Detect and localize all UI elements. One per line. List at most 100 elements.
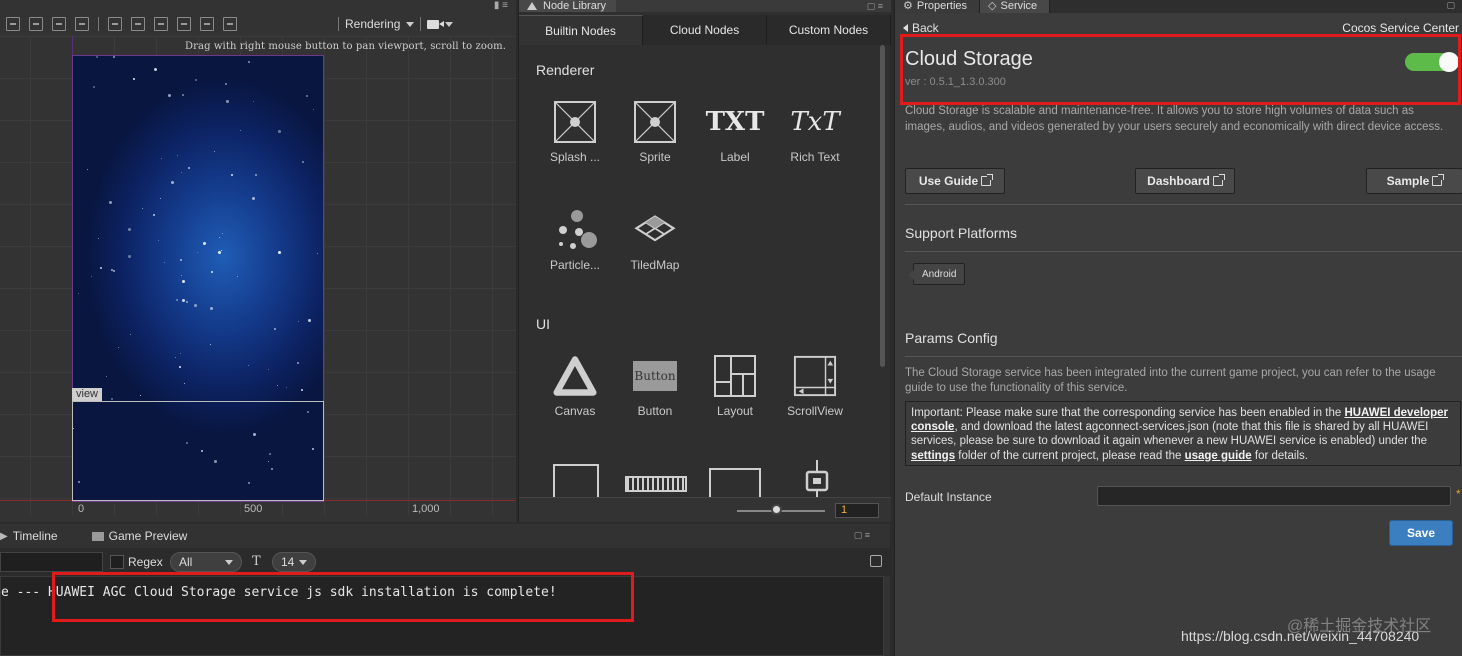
- node-canvas[interactable]: Canvas: [535, 354, 615, 418]
- node-label: Rich Text: [790, 150, 840, 164]
- node-sprite[interactable]: Sprite: [615, 100, 695, 164]
- star-dot: [252, 197, 255, 200]
- scene-panel[interactable]: 0 500 1,000 view Rendering Drag with rig…: [0, 0, 516, 522]
- node-library-scrollbar[interactable]: [880, 45, 885, 367]
- star-dot: [214, 151, 215, 152]
- node-splash[interactable]: Splash ...: [535, 100, 615, 164]
- node-rich-text[interactable]: TxT Rich Text: [775, 100, 855, 164]
- console-filter-bar: Regex All T 14: [0, 552, 890, 572]
- star-dot: [181, 172, 182, 173]
- view-rect[interactable]: [72, 401, 324, 501]
- distribute-h-icon[interactable]: [154, 17, 168, 31]
- save-button[interactable]: Save: [1389, 520, 1453, 546]
- use-guide-button[interactable]: Use Guide: [905, 168, 1005, 194]
- align-left-icon[interactable]: [75, 17, 89, 31]
- default-instance-input[interactable]: [1097, 486, 1451, 506]
- panel-controls-icon[interactable]: ▢ ≡: [867, 1, 891, 12]
- star-dot: [133, 78, 135, 80]
- layout-icon: [713, 354, 757, 398]
- star-dot: [142, 208, 143, 209]
- star-dot: [286, 387, 287, 388]
- node-label: ScrollView: [787, 404, 843, 418]
- star-dot: [153, 214, 155, 216]
- star-dot: [268, 369, 269, 370]
- service-description: Cloud Storage is scalable and maintenanc…: [905, 105, 1444, 133]
- align-bottom-icon[interactable]: [52, 17, 66, 31]
- usage-guide-link[interactable]: usage guide: [1185, 450, 1252, 462]
- node-label: TiledMap: [630, 258, 680, 272]
- console-search-input[interactable]: [0, 552, 103, 572]
- regex-label: Regex: [128, 555, 163, 569]
- toolbar-separator: [98, 17, 99, 31]
- node-particle[interactable]: Particle...: [535, 208, 615, 272]
- node-library-tab[interactable]: Node Library: [519, 0, 616, 12]
- back-button[interactable]: Back: [903, 21, 939, 35]
- panel-menu-icon[interactable]: ▮ ≡: [494, 0, 508, 11]
- node-label-item[interactable]: TXT Label: [695, 100, 775, 164]
- align-top-icon[interactable]: [6, 17, 20, 31]
- external-link-icon: [981, 174, 994, 186]
- distribute-space-icon[interactable]: [223, 17, 237, 31]
- toolbar-separator: [338, 17, 339, 31]
- star-dot: [181, 275, 182, 276]
- tiledmap-icon: [633, 208, 677, 252]
- canvas-icon: [553, 354, 597, 398]
- tab-timeline[interactable]: ▶ Timeline: [0, 529, 58, 543]
- star-dot: [248, 365, 249, 366]
- tab-cloud-nodes[interactable]: Cloud Nodes: [643, 15, 767, 45]
- film-icon: [91, 531, 104, 541]
- star-dot: [210, 344, 211, 345]
- ui-section-title: UI: [536, 316, 550, 332]
- node-button[interactable]: Button Button: [615, 354, 695, 418]
- service-icon: ◇: [988, 0, 997, 12]
- dashboard-button[interactable]: Dashboard: [1135, 168, 1235, 194]
- sample-button[interactable]: Sample: [1366, 168, 1462, 194]
- tab-service[interactable]: ◇ Service: [980, 0, 1051, 13]
- camera-icon[interactable]: [427, 19, 445, 29]
- editbox-icon[interactable]: [709, 468, 761, 497]
- distribute-center-icon[interactable]: [200, 17, 214, 31]
- font-size-dropdown[interactable]: 14: [272, 552, 316, 572]
- pageview-icon[interactable]: [553, 464, 599, 497]
- align-middle-icon[interactable]: [29, 17, 43, 31]
- tab-properties[interactable]: ⚙ Properties: [895, 0, 981, 13]
- regex-checkbox[interactable]: [110, 555, 124, 569]
- view-tag: view: [72, 388, 103, 401]
- rendering-dropdown[interactable]: Rendering: [338, 17, 454, 31]
- tab-custom-nodes[interactable]: Custom Nodes: [767, 15, 891, 45]
- rich-text-icon: TxT: [790, 107, 840, 137]
- node-layout[interactable]: Layout: [695, 354, 775, 418]
- panel-controls-icon[interactable]: ▢: [1446, 0, 1462, 13]
- star-dot: [253, 101, 254, 102]
- star-dot: [225, 83, 227, 85]
- star-dot: [128, 255, 131, 258]
- slider-icon[interactable]: [805, 460, 829, 497]
- console-scrollbar[interactable]: [884, 576, 890, 656]
- star-dot: [301, 389, 303, 391]
- chevron-down-icon: [406, 21, 415, 27]
- align-center-icon[interactable]: [108, 17, 122, 31]
- progressbar-icon[interactable]: [625, 476, 687, 492]
- star-dot: [313, 109, 314, 110]
- settings-link[interactable]: settings: [911, 450, 955, 462]
- star-dot: [222, 233, 223, 234]
- node-library-footer: 1: [519, 497, 891, 522]
- divider: [905, 251, 1462, 252]
- tab-builtin-nodes[interactable]: Builtin Nodes: [519, 15, 643, 45]
- collapse-icon[interactable]: [870, 555, 882, 567]
- tab-game-preview[interactable]: Game Preview: [91, 529, 187, 543]
- align-right-icon[interactable]: [131, 17, 145, 31]
- font-size-icon: T: [252, 554, 261, 569]
- panel-controls-icon[interactable]: ▢ ≡: [854, 530, 870, 541]
- button-label: Use Guide: [918, 174, 979, 188]
- node-scrollview[interactable]: ScrollView: [775, 354, 855, 418]
- axis-label-0: 0: [78, 503, 85, 515]
- watermark-csdn: https://blog.csdn.net/weixin_44708240: [1181, 628, 1420, 644]
- zoom-slider-handle[interactable]: [771, 504, 782, 515]
- log-level-dropdown[interactable]: All: [170, 552, 242, 572]
- tab-label: Service: [1000, 0, 1038, 12]
- node-tiledmap[interactable]: TiledMap: [615, 208, 695, 272]
- zoom-input[interactable]: 1: [835, 503, 879, 518]
- scene-hint: Drag with right mouse button to pan view…: [185, 41, 506, 52]
- distribute-v-icon[interactable]: [177, 17, 191, 31]
